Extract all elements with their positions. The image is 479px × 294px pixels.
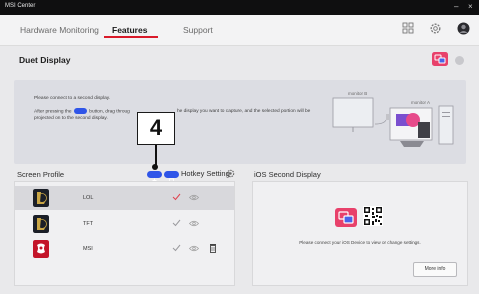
info-panel: Please connect to a second display. Afte… (14, 80, 466, 164)
ios-second-display-panel: Please connect your iOS Device to view o… (252, 181, 468, 286)
screen-profile-title: Screen Profile (17, 170, 65, 179)
qr-code-icon (363, 206, 383, 226)
screen-profile-list: LOL TFT MSI (14, 181, 235, 286)
check-icon (172, 219, 181, 227)
duet-app-icon (335, 208, 357, 227)
active-tab-indicator (104, 36, 158, 38)
add-profile-button[interactable] (147, 171, 162, 183)
more-info-button[interactable]: More info (413, 262, 457, 277)
duet-display-icon (432, 52, 448, 66)
profile-row-lol[interactable]: LOL (15, 186, 234, 210)
ios-connect-message: Please connect your iOS Device to view o… (299, 240, 421, 245)
monitor-b-label: monitor B (348, 91, 368, 96)
info-line-1: Please connect to a second display. (34, 96, 111, 101)
callout-pointer-dot (152, 164, 158, 170)
top-nav: Hardware Monitoring Features Support (0, 15, 479, 46)
profile-row-tft[interactable]: TFT (15, 212, 234, 236)
visibility-icon[interactable] (189, 194, 199, 201)
tab-hardware-monitoring[interactable]: Hardware Monitoring (20, 25, 99, 35)
minimize-button[interactable]: – (454, 2, 458, 12)
page-title: Duet Display (19, 55, 71, 65)
info-line-3: projected on to the second display. (34, 116, 108, 121)
grid-icon[interactable] (402, 22, 414, 34)
profile-name: LOL (83, 195, 94, 201)
hotkey-setting-link[interactable]: Hotkey Setting (181, 169, 230, 178)
info-line-2: After pressing the button, drag throug (34, 108, 130, 114)
info-line-2-end: he display you want to capture, and the … (177, 109, 311, 114)
tab-features[interactable]: Features (112, 25, 147, 35)
capture-button[interactable] (164, 171, 179, 183)
profile-name: TFT (83, 221, 94, 227)
duet-toggle[interactable] (455, 56, 464, 65)
league-of-legends-icon (33, 189, 49, 207)
tab-support[interactable]: Support (183, 25, 213, 35)
info-line-2-mid: button, drag throug (89, 109, 130, 115)
hotkey-gear-icon[interactable] (226, 169, 235, 178)
visibility-icon[interactable] (189, 245, 199, 252)
teamfight-tactics-icon (33, 215, 49, 233)
step-callout: 4 (137, 112, 175, 145)
visibility-icon[interactable] (189, 220, 199, 227)
close-button[interactable]: × (468, 2, 473, 12)
title-bar: MSI Center – × (0, 0, 479, 15)
info-line-2-start: After pressing the (34, 109, 72, 115)
active-check-icon (172, 193, 181, 201)
profile-row-msi[interactable]: MSI (15, 237, 234, 261)
profile-name: MSI (83, 246, 93, 252)
avatar[interactable] (457, 22, 470, 35)
app-title: MSI Center (5, 3, 36, 9)
capture-inline-button (73, 108, 87, 114)
msi-dragon-icon (33, 240, 49, 258)
ios-second-display-title: iOS Second Display (254, 170, 321, 179)
gear-icon[interactable] (429, 22, 442, 35)
trash-icon[interactable] (209, 243, 217, 253)
check-icon (172, 244, 181, 252)
monitor-a-label: monitor A (411, 100, 431, 105)
